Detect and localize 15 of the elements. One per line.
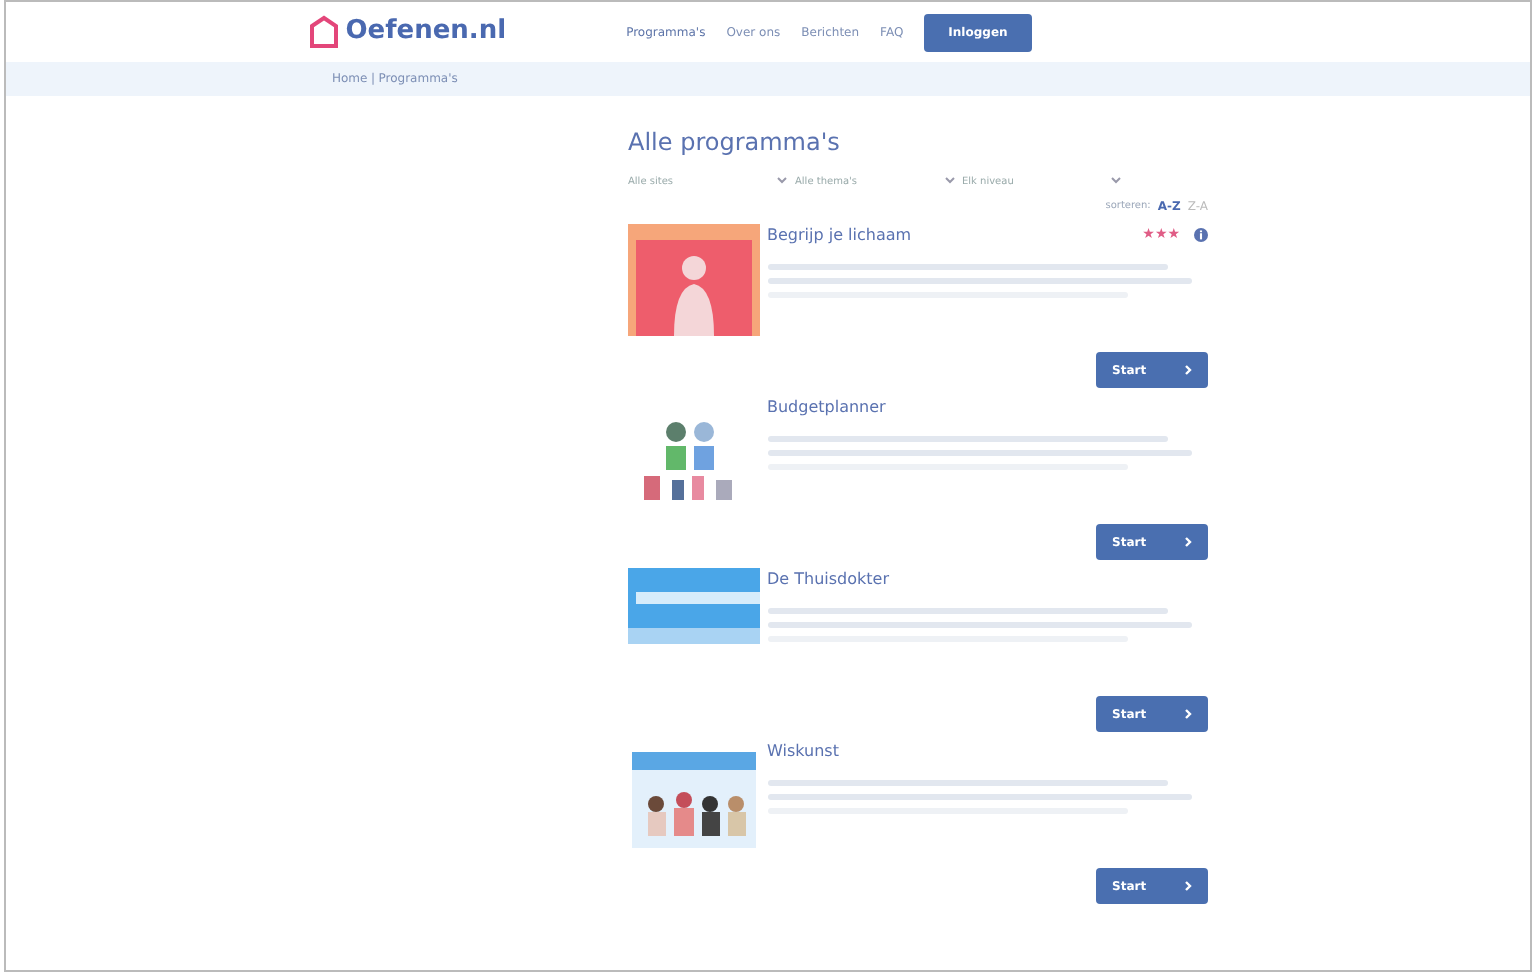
chevron-right-icon xyxy=(1184,536,1192,548)
chevron-down-icon xyxy=(1110,176,1122,184)
program-title[interactable]: Begrijp je lichaam xyxy=(767,223,1143,247)
info-icon[interactable] xyxy=(1194,228,1208,242)
program-title[interactable]: De Thuisdokter xyxy=(767,567,1208,591)
program-title[interactable]: Wiskunst xyxy=(767,739,1208,763)
chevron-right-icon xyxy=(1184,708,1192,720)
chevron-down-icon xyxy=(943,176,955,184)
logo-text[interactable]: Oefenen.nl xyxy=(345,12,507,52)
chevron-right-icon xyxy=(1184,364,1192,376)
logo-icon xyxy=(306,14,342,50)
chevron-down-icon xyxy=(776,176,788,184)
chevron-right-icon xyxy=(1184,880,1192,892)
page-heading: Alle programma's xyxy=(628,126,842,160)
program-title[interactable]: Budgetplanner xyxy=(767,395,1208,419)
